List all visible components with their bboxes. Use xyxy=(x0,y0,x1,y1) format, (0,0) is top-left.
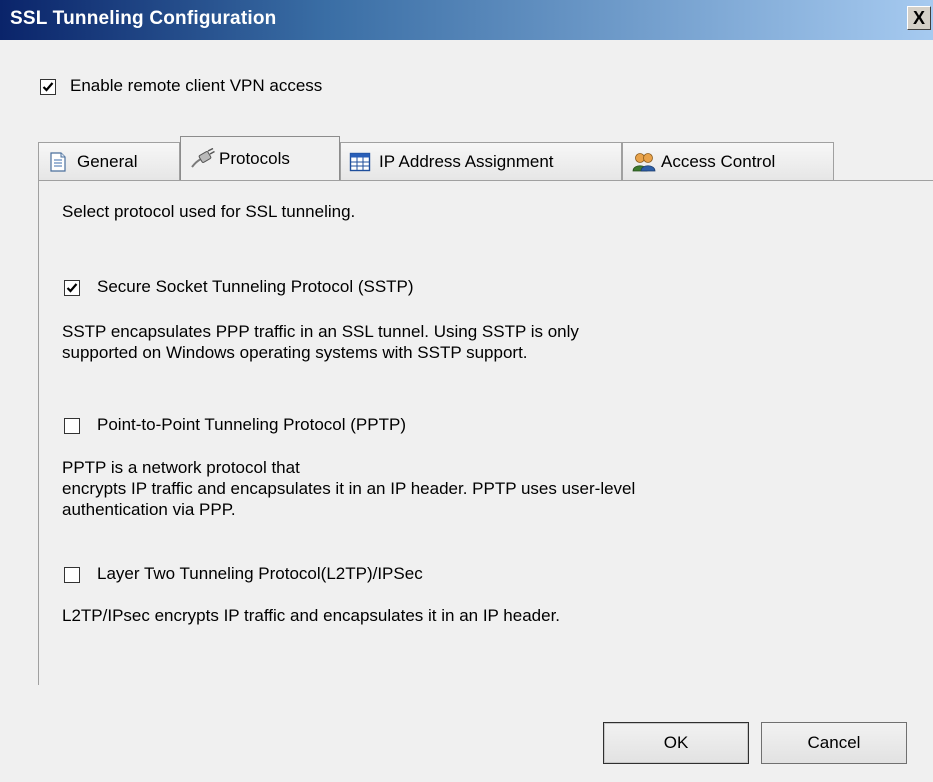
checkmark-icon xyxy=(42,82,54,92)
tab-access-control[interactable]: Access Control xyxy=(622,142,834,180)
tab-general-label: General xyxy=(77,151,138,171)
protocols-panel xyxy=(38,180,933,685)
users-icon xyxy=(631,151,656,173)
document-icon xyxy=(47,151,69,173)
title-bar[interactable]: SSL Tunneling Configuration X xyxy=(0,0,933,40)
tab-ip-address-assignment[interactable]: IP Address Assignment xyxy=(340,142,622,180)
cancel-button[interactable]: Cancel xyxy=(761,722,907,764)
close-icon: X xyxy=(912,8,925,28)
tab-protocols[interactable]: Protocols xyxy=(180,136,340,180)
tab-access-control-label: Access Control xyxy=(661,151,776,171)
ip-table-icon xyxy=(349,151,371,173)
tab-general[interactable]: General xyxy=(38,142,180,180)
ok-button[interactable]: OK xyxy=(603,722,749,764)
ok-button-label: OK xyxy=(663,733,689,752)
cancel-button-label: Cancel xyxy=(807,733,861,752)
enable-vpn-label: Enable remote client VPN access xyxy=(70,76,323,95)
protocol-plug-icon xyxy=(189,147,215,170)
window-title: SSL Tunneling Configuration xyxy=(10,8,277,29)
enable-vpn-checkbox[interactable] xyxy=(40,79,56,95)
tab-protocols-label: Protocols xyxy=(219,148,290,168)
close-button[interactable]: X xyxy=(907,6,931,30)
tab-ip-address-assignment-label: IP Address Assignment xyxy=(379,151,554,171)
